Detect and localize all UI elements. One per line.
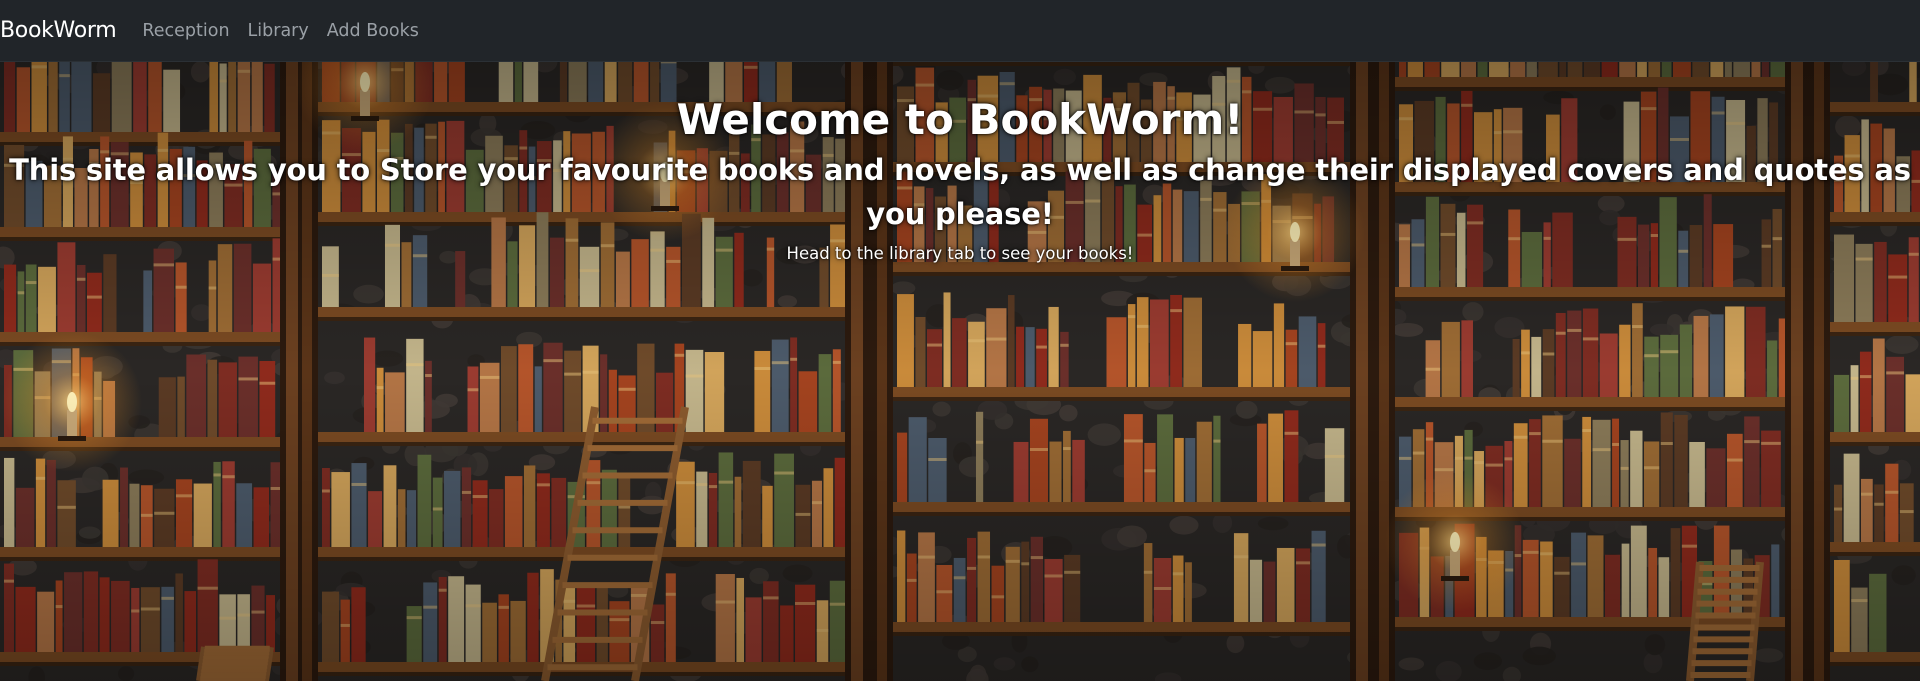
site-description-heading: This site allows you to Store your favou… bbox=[9, 153, 1911, 231]
brand-link[interactable]: BookWorm bbox=[0, 18, 117, 43]
nav-link-library[interactable]: Library bbox=[248, 21, 309, 41]
top-navbar: BookWorm Reception Library Add Books bbox=[0, 0, 1920, 62]
hero-section: Welcome to BookWorm! This site allows yo… bbox=[0, 62, 1920, 681]
library-hint-text: Head to the library tab to see your book… bbox=[786, 244, 1134, 263]
nav-link-reception[interactable]: Reception bbox=[142, 21, 229, 41]
welcome-heading: Welcome to BookWorm! bbox=[676, 95, 1244, 144]
hero-text-block: Welcome to BookWorm! This site allows yo… bbox=[0, 62, 1920, 266]
nav-link-add-books[interactable]: Add Books bbox=[327, 21, 419, 41]
